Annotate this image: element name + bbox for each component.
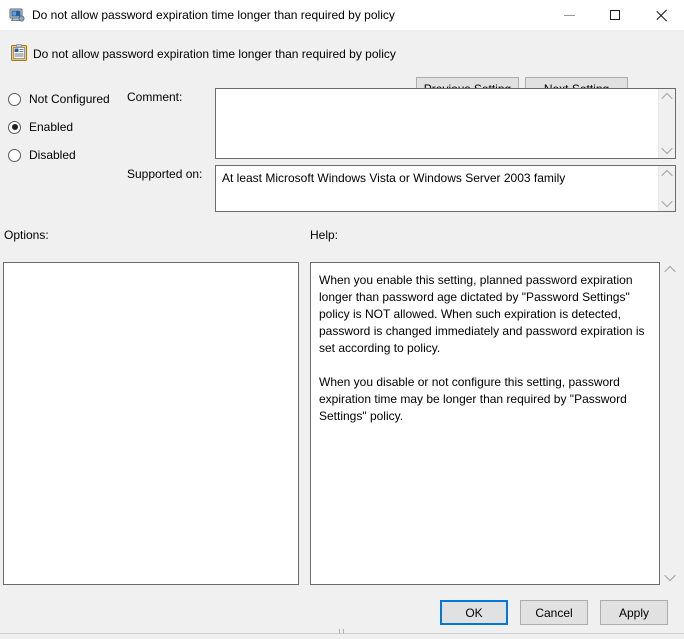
radio-option-disabled[interactable]: Disabled bbox=[8, 148, 76, 162]
close-icon[interactable] bbox=[638, 0, 684, 30]
options-panel[interactable] bbox=[3, 262, 299, 585]
cancel-button[interactable]: Cancel bbox=[520, 600, 588, 625]
radio-indicator bbox=[8, 120, 21, 134]
help-label: Help: bbox=[310, 228, 339, 242]
radio-indicator bbox=[8, 148, 21, 162]
comment-label: Comment: bbox=[127, 90, 183, 104]
comment-scrollbar[interactable] bbox=[658, 89, 675, 158]
computer-policy-icon bbox=[9, 7, 25, 23]
window-title: Do not allow password expiration time lo… bbox=[32, 8, 395, 22]
help-paragraph: When you disable or not configure this s… bbox=[319, 375, 627, 423]
radio-option-enabled[interactable]: Enabled bbox=[8, 120, 73, 134]
window-controls bbox=[546, 0, 684, 30]
scroll-down-icon[interactable] bbox=[659, 195, 675, 211]
resize-grip[interactable] bbox=[337, 629, 347, 634]
apply-button[interactable]: Apply bbox=[600, 600, 668, 625]
supported-on-label: Supported on: bbox=[127, 167, 203, 181]
comment-field[interactable] bbox=[215, 88, 676, 159]
help-content: When you enable this setting, planned pa… bbox=[311, 263, 659, 584]
supported-on-scrollbar[interactable] bbox=[658, 166, 675, 211]
scroll-up-icon[interactable] bbox=[659, 89, 675, 105]
scroll-down-icon[interactable] bbox=[659, 142, 675, 158]
scroll-down-icon[interactable] bbox=[662, 569, 678, 585]
policy-setting-icon bbox=[10, 44, 28, 62]
options-label: Options: bbox=[4, 228, 49, 242]
setting-header: Do not allow password expiration time lo… bbox=[0, 30, 684, 101]
help-paragraph: When you enable this setting, planned pa… bbox=[319, 273, 645, 355]
comment-value[interactable] bbox=[216, 89, 658, 158]
maximize-icon[interactable] bbox=[592, 0, 638, 30]
radio-label: Disabled bbox=[29, 148, 76, 162]
radio-option-not-configured[interactable]: Not Configured bbox=[8, 92, 110, 106]
radio-label: Not Configured bbox=[29, 92, 110, 106]
radio-indicator bbox=[8, 92, 21, 106]
setting-title: Do not allow password expiration time lo… bbox=[33, 47, 396, 61]
help-scrollbar[interactable] bbox=[662, 262, 679, 585]
ok-button[interactable]: OK bbox=[440, 600, 508, 625]
options-content bbox=[4, 263, 298, 584]
title-bar: Do not allow password expiration time lo… bbox=[0, 0, 684, 30]
scroll-up-icon[interactable] bbox=[662, 262, 678, 278]
minimize-icon[interactable] bbox=[546, 0, 592, 30]
radio-label: Enabled bbox=[29, 120, 74, 134]
scroll-up-icon[interactable] bbox=[659, 166, 675, 182]
supported-on-value: At least Microsoft Windows Vista or Wind… bbox=[222, 171, 566, 185]
supported-on-field[interactable]: At least Microsoft Windows Vista or Wind… bbox=[215, 165, 676, 212]
help-panel: When you enable this setting, planned pa… bbox=[310, 262, 660, 585]
